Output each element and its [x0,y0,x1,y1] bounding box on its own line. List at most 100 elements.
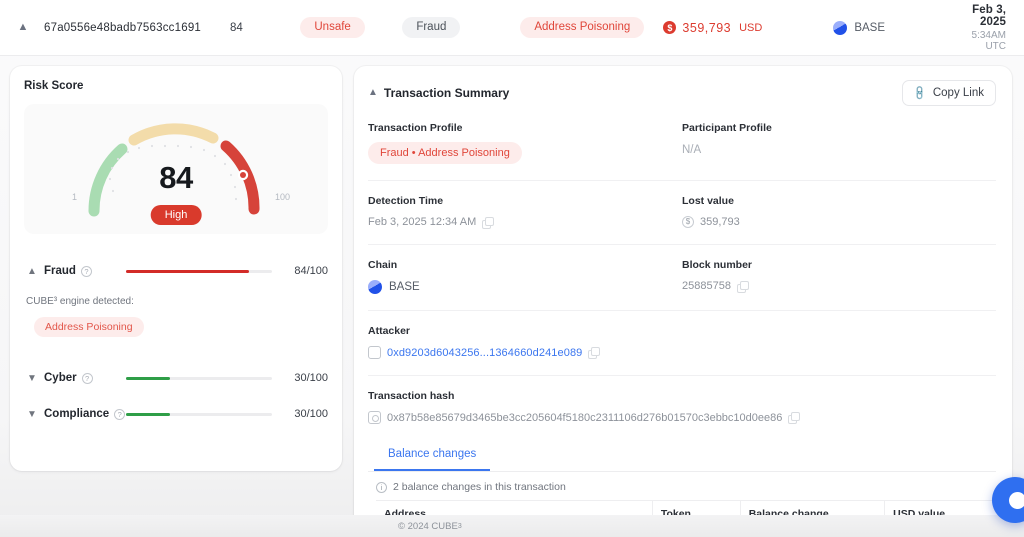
summary-header: ▲ Transaction Summary 🔗 Copy Link [368,78,996,108]
risk-score-panel: Risk Score 84 1 100 High ▲ Fraud ? 84/10… [10,66,342,471]
transaction-icon [368,411,381,424]
risk-category-name: Fraud [44,265,76,277]
risk-category-list: ▲ Fraud ? 84/100 CUBE³ engine detected: … [24,260,328,425]
header-chain-cell: BASE [833,20,949,35]
header-amount-value: 359,793 [682,20,732,35]
balance-changes-note-text: 2 balance changes in this transaction [393,481,566,493]
risk-bar-track [126,376,272,380]
transaction-profile-field: Transaction Profile Fraud • Address Pois… [368,122,682,164]
transaction-id: 67a0556e48badb7563cc1691 [44,21,202,34]
summary-row-detection: Detection Time Feb 3, 2025 12:34 AM Lost… [368,181,996,229]
transaction-hash-field: Transaction hash 0x87b58e85679d3465be3cc… [368,376,996,424]
tab-balance-changes[interactable]: Balance changes [374,440,491,471]
risk-score-value: 30/100 [294,372,328,384]
copy-link-label: Copy Link [932,87,984,99]
base-chain-icon [368,280,382,294]
participant-profile-field: Participant Profile N/A [682,122,996,164]
engine-detection-block: CUBE³ engine detected: Address Poisoning [24,296,328,337]
copy-icon[interactable] [736,280,749,293]
transaction-summary-panel: ▲ Transaction Summary 🔗 Copy Link Transa… [354,66,1012,521]
copy-icon[interactable] [788,412,801,424]
app-root: ▲ 67a0556e48badb7563cc1691 84 Unsafe Fra… [0,0,1024,537]
summary-row-profiles: Transaction Profile Fraud • Address Pois… [368,108,996,164]
gauge-min-label: 1 [72,192,78,202]
risk-level-badge: High [150,205,202,225]
copy-link-button[interactable]: 🔗 Copy Link [902,80,996,106]
risk-bar-fill [126,412,170,416]
base-chain-icon [833,20,848,35]
dollar-coin-icon: $ [682,216,694,228]
info-icon[interactable]: ? [114,408,126,420]
info-icon[interactable]: ? [81,372,93,384]
address-icon [368,346,381,359]
attacker-value-row: 0xd9203d6043256...1364660d241e089 [368,346,996,359]
dollar-coin-icon: $ [663,21,677,34]
field-label: Chain [368,259,398,271]
risk-score-title: Risk Score [24,80,84,92]
chain-value: BASE [389,281,420,293]
chevron-down-icon: ▼ [27,372,37,384]
chevron-up-icon: ▲ [17,21,29,33]
risk-row-cyber[interactable]: ▼ Cyber ? 30/100 [24,367,328,389]
transaction-header-bar: ▲ 67a0556e48badb7563cc1691 84 Unsafe Fra… [0,0,1024,56]
header-risk-score: 84 [230,21,243,34]
risk-bar-fill [126,269,249,273]
gauge-value: 84 [159,160,193,195]
risk-category-name: Compliance [44,408,110,420]
header-chain-name: BASE [854,21,885,34]
detection-time-field: Detection Time Feb 3, 2025 12:34 AM [368,195,682,229]
chat-bubble-inner [1008,491,1024,509]
header-category-cell: Fraud [402,17,520,38]
field-label: Block number [682,259,753,271]
risk-bar-track [126,269,272,273]
chevron-up-icon[interactable]: ▲ [368,88,378,98]
category-badge-fraud: Fraud [402,17,461,38]
chevron-down-icon: ▼ [27,408,37,420]
balance-changes-tabs: Balance changes [368,440,996,472]
status-badge-unsafe: Unsafe [300,17,365,38]
transaction-hash-value-row: 0x87b58e85679d3465be3cc205604f5180c23111… [368,411,996,424]
risk-row-fraud[interactable]: ▲ Fraud ? 84/100 [24,260,328,282]
field-label: Transaction hash [368,390,455,402]
chevron-up-icon: ▲ [27,265,37,277]
risk-score-value: 84/100 [294,265,328,277]
risk-category-name: Cyber [44,372,77,384]
field-label: Detection Time [368,195,444,207]
block-number-value-row: 25885758 [682,280,996,293]
lost-value-value: 359,793 [700,216,740,228]
link-icon: 🔗 [912,84,929,102]
block-number-field: Block number 25885758 [682,259,996,294]
risk-gauge: 84 1 100 High [72,113,290,225]
lost-value-field: Lost value $ 359,793 [682,195,996,228]
participant-profile-value: N/A [682,144,702,156]
risk-gauge-container: 84 1 100 High [24,104,328,234]
detection-time-value: Feb 3, 2025 12:34 AM [368,216,477,228]
transaction-profile-badge: Fraud • Address Poisoning [368,142,522,164]
header-time: 5:34AM UTC [971,29,1006,52]
attacker-address[interactable]: 0xd9203d6043256...1364660d241e089 [387,347,582,359]
engine-detected-label: CUBE³ engine detected: [26,296,134,307]
risk-score-value: 30/100 [294,408,328,420]
copyright-superscript: 3 [457,522,462,530]
risk-row-compliance[interactable]: ▼ Compliance ? 30/100 [24,403,328,425]
page-footer: © 2024 CUBE 3 [0,515,1024,537]
copyright-text: © 2024 CUBE [398,520,458,532]
risk-bar-track [126,412,272,416]
lost-value-value-row: $ 359,793 [682,216,996,228]
main-content: Risk Score 84 1 100 High ▲ Fraud ? 84/10… [0,56,1024,521]
chain-value-row: BASE [368,280,682,294]
header-date: Feb 3, 2025 [972,3,1006,28]
collapse-row-button[interactable]: ▲ [12,17,34,39]
transaction-hash-value: 0x87b58e85679d3465be3cc205604f5180c23111… [387,411,783,424]
summary-row-chain: Chain BASE Block number 25885758 [368,245,996,294]
info-icon[interactable]: ? [80,265,92,277]
header-amount-cell: $ 359,793 USD [663,21,833,35]
chain-field: Chain BASE [368,259,682,294]
copy-icon[interactable] [482,216,495,229]
block-number-value: 25885758 [682,280,731,292]
copy-icon[interactable] [588,347,601,359]
header-safety-cell: Unsafe [294,17,402,38]
detection-time-value-row: Feb 3, 2025 12:34 AM [368,216,682,229]
balance-changes-note: i 2 balance changes in this transaction [368,472,996,500]
